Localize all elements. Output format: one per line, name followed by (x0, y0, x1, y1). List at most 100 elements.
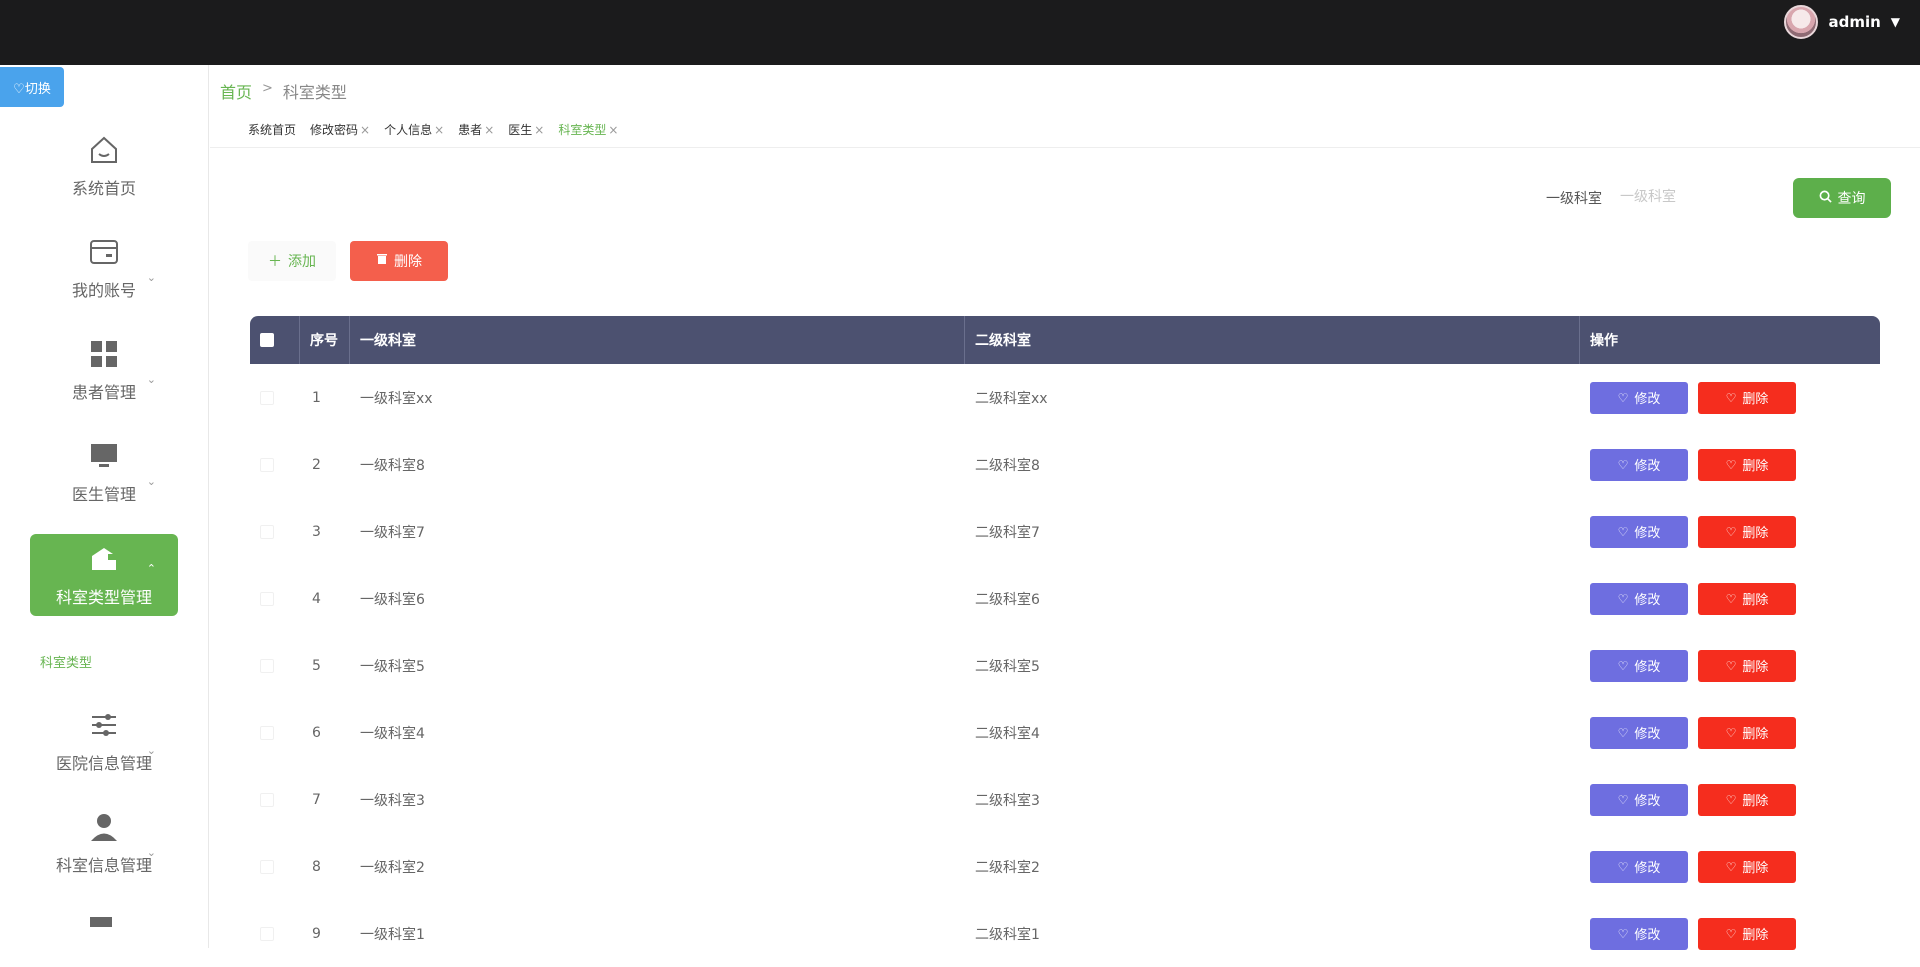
tag-label: 系统首页 (248, 123, 297, 137)
heart-icon: ♡ (1725, 658, 1737, 673)
row-checkbox[interactable] (260, 926, 274, 941)
row-operations: ♡ 修改 ♡ 删除 (1580, 699, 1880, 766)
heart-icon: ♡ (1725, 390, 1737, 405)
edit-button-label: 修改 (1634, 593, 1661, 608)
row-level1: 一级科室5 (360, 658, 425, 675)
edit-button-label: 修改 (1634, 861, 1661, 876)
sidebar-subitem-department-type[interactable]: 科室类型 (40, 652, 92, 671)
edit-button[interactable]: ♡ 修改 (1590, 515, 1688, 548)
row-level2: 二级科室8 (975, 457, 1040, 474)
row-checkbox[interactable] (260, 725, 274, 740)
delete-button-label: 删除 (1742, 526, 1769, 541)
row-checkbox[interactable] (260, 591, 274, 606)
delete-button[interactable]: ♡ 删除 (1698, 515, 1796, 548)
header-checkbox-cell (250, 316, 300, 364)
delete-button[interactable]: ♡ 删除 (1698, 917, 1796, 950)
sidebar-item-home[interactable]: 系统首页 (30, 125, 178, 207)
table-row: 1 一级科室xx 二级科室xx ♡ 修改 ♡ 删除 (250, 364, 1880, 431)
sidebar-item-department-info[interactable]: 科室信息管理 ⌄ (30, 802, 178, 884)
avatar[interactable] (1784, 5, 1819, 39)
row-checkbox[interactable] (260, 524, 274, 539)
query-button-label: 查询 (1837, 191, 1866, 207)
row-checkbox[interactable] (260, 658, 274, 673)
table-row: 9 一级科室1 二级科室1 ♡ 修改 ♡ 删除 (250, 900, 1880, 967)
chevron-down-icon: ⌄ (146, 846, 156, 859)
query-button[interactable]: 查询 (1793, 178, 1891, 218)
delete-button[interactable]: ♡ 删除 (1698, 582, 1796, 615)
tag-department-type[interactable]: 科室类型 × (558, 121, 618, 138)
username[interactable]: admin (1828, 13, 1880, 31)
sidebar-item-account[interactable]: 我的账号 ⌄ (30, 227, 178, 309)
tag-home[interactable]: 系统首页 (248, 121, 296, 138)
edit-button[interactable]: ♡ 修改 (1590, 381, 1688, 414)
add-button[interactable]: ＋ 添加 (248, 241, 336, 281)
heart-icon: ♡ (1617, 591, 1629, 606)
chevron-down-icon: ⌄ (146, 744, 156, 757)
delete-button-label: 删除 (1742, 928, 1769, 943)
delete-button[interactable]: ♡ 删除 (1698, 448, 1796, 481)
row-checkbox[interactable] (260, 390, 274, 405)
plus-icon: ＋ (268, 254, 282, 270)
row-checkbox-cell (250, 766, 300, 833)
tag-profile[interactable]: 个人信息 × (384, 121, 444, 138)
row-level1: 一级科室6 (360, 591, 425, 608)
select-all-checkbox[interactable] (260, 333, 274, 347)
sidebar-item-hospital-info[interactable]: 医院信息管理 ⌄ (30, 700, 178, 782)
delete-button-label: 删除 (1742, 794, 1769, 809)
delete-button[interactable]: ♡ 删除 (1698, 783, 1796, 816)
search-input[interactable] (1620, 180, 1780, 212)
row-level1: 一级科室1 (360, 926, 425, 943)
tag-label: 科室类型 (558, 123, 607, 137)
delete-button-label: 删除 (1742, 459, 1769, 474)
delete-button[interactable]: ♡ 删除 (1698, 716, 1796, 749)
row-checkbox[interactable] (260, 457, 274, 472)
switch-button[interactable]: ♡切换 (0, 67, 64, 107)
row-index: 8 (312, 858, 321, 875)
edit-button[interactable]: ♡ 修改 (1590, 582, 1688, 615)
delete-button-label: 删除 (1742, 593, 1769, 608)
sidebar-item-department-type[interactable]: 科室类型管理 ⌃ (30, 534, 178, 616)
edit-button[interactable]: ♡ 修改 (1590, 716, 1688, 749)
tag-patients[interactable]: 患者 × (458, 121, 494, 138)
top-bar: admin ▼ (0, 0, 1920, 65)
delete-button[interactable]: ♡ 删除 (1698, 649, 1796, 682)
row-index: 1 (312, 389, 321, 406)
close-icon[interactable]: × (360, 123, 370, 137)
delete-button[interactable]: ♡ 删除 (1698, 850, 1796, 883)
batch-delete-button[interactable]: 删除 (350, 241, 448, 281)
delete-button[interactable]: ♡ 删除 (1698, 381, 1796, 414)
sidebar-item-label: 医生管理 (71, 485, 136, 504)
row-checkbox-cell (250, 699, 300, 766)
user-menu[interactable]: admin ▼ (1784, 5, 1900, 39)
tag-change-password[interactable]: 修改密码 × (310, 121, 370, 138)
row-checkbox[interactable] (260, 792, 274, 807)
row-level2: 二级科室xx (975, 390, 1048, 407)
edit-button[interactable]: ♡ 修改 (1590, 850, 1688, 883)
user-icon (87, 810, 121, 844)
sidebar-item-label: 科室类型管理 (55, 588, 152, 607)
edit-button[interactable]: ♡ 修改 (1590, 649, 1688, 682)
main-content: 首页 > 科室类型 系统首页 修改密码 × 个人信息 × 患者 × 医生 × 科室类型 ×… (210, 65, 1920, 950)
edit-button-label: 修改 (1634, 660, 1661, 675)
breadcrumb-home[interactable]: 首页 (220, 79, 252, 103)
monitor-icon (87, 439, 121, 473)
edit-button[interactable]: ♡ 修改 (1590, 917, 1688, 950)
close-icon[interactable]: × (534, 123, 544, 137)
trash-icon (376, 253, 388, 269)
edit-button[interactable]: ♡ 修改 (1590, 448, 1688, 481)
row-level2: 二级科室7 (975, 524, 1040, 541)
chevron-down-icon: ⌄ (146, 373, 156, 386)
close-icon[interactable]: × (484, 123, 494, 137)
edit-button[interactable]: ♡ 修改 (1590, 783, 1688, 816)
row-checkbox[interactable] (260, 859, 274, 874)
close-icon[interactable]: × (608, 123, 618, 137)
sidebar-item-patients[interactable]: 患者管理 ⌄ (30, 329, 178, 411)
caret-down-icon[interactable]: ▼ (1891, 15, 1900, 29)
header-operation: 操作 (1590, 333, 1618, 349)
close-icon[interactable]: × (434, 123, 444, 137)
sidebar-item-doctors[interactable]: 医生管理 ⌄ (30, 431, 178, 513)
tag-doctors[interactable]: 医生 × (508, 121, 544, 138)
row-operations: ♡ 修改 ♡ 删除 (1580, 833, 1880, 900)
table-body: 1 一级科室xx 二级科室xx ♡ 修改 ♡ 删除 2 一级科室8 二级科室8 ♡ 修… (250, 364, 1880, 967)
row-operations: ♡ 修改 ♡ 删除 (1580, 632, 1880, 699)
